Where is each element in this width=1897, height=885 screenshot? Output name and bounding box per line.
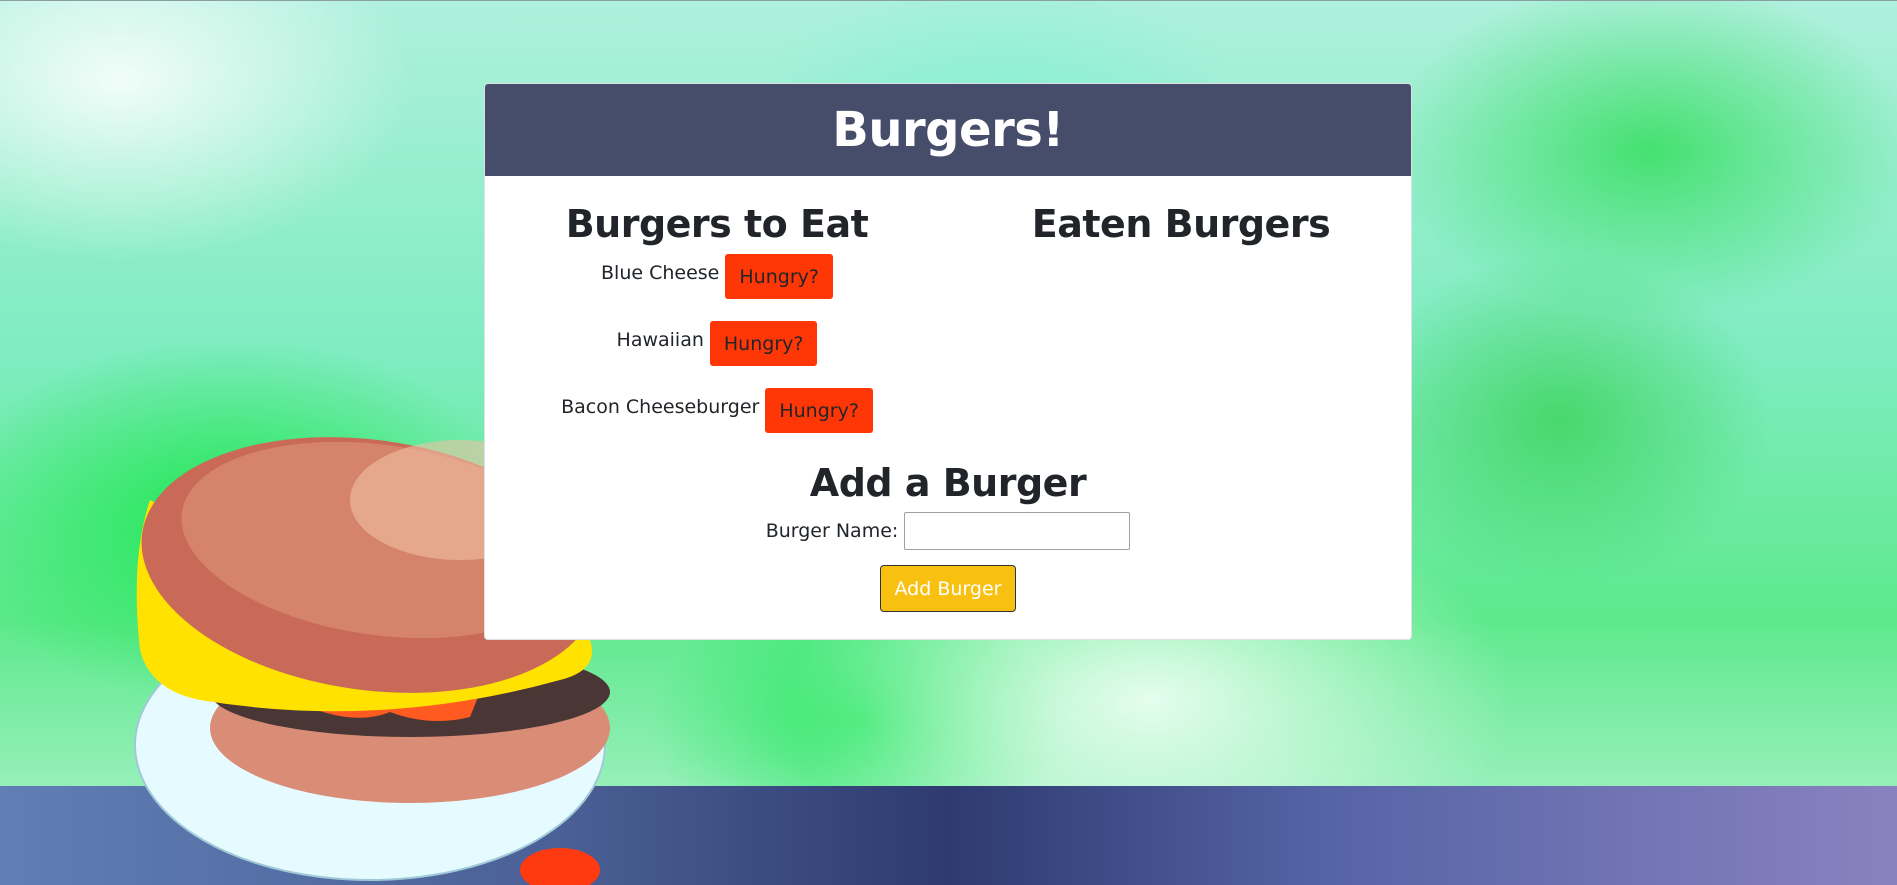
hungry-button[interactable]: Hungry? [709,321,818,366]
page-title: Burgers! [832,102,1064,158]
burger-name-input[interactable] [904,512,1131,550]
top-border-line [0,0,1897,1]
card-header: Burgers! [485,84,1411,176]
list-item: Blue Cheese Hungry? [485,254,949,321]
burger-name: Blue Cheese [601,262,720,284]
eaten-burgers-column: Eaten Burgers [949,176,1411,254]
hungry-button[interactable]: Hungry? [725,254,833,299]
burger-name: Bacon Cheeseburger [561,396,760,418]
burger-name: Hawaiian [616,329,704,351]
burgers-to-eat-heading: Burgers to Eat [565,202,869,246]
burger-name-label: Burger Name: [765,520,899,542]
list-item: Bacon Cheeseburger Hungry? [485,388,949,455]
burger-card: Burgers! Burgers to Eat Blue Cheese Hung… [484,83,1412,640]
hungry-button[interactable]: Hungry? [765,388,873,433]
eaten-burgers-heading: Eaten Burgers [1031,202,1331,246]
list-item: Hawaiian Hungry? [485,321,949,388]
add-burger-button[interactable]: Add Burger [879,565,1017,612]
add-burger-heading: Add a Burger [809,461,1087,505]
burger-name-row: Burger Name: [485,509,1411,553]
add-burger-form: Add a Burger Burger Name: Add Burger [485,461,1411,612]
burgers-to-eat-column: Burgers to Eat Blue Cheese Hungry? Hawai… [485,176,949,455]
burger-columns: Burgers to Eat Blue Cheese Hungry? Hawai… [485,176,1411,461]
